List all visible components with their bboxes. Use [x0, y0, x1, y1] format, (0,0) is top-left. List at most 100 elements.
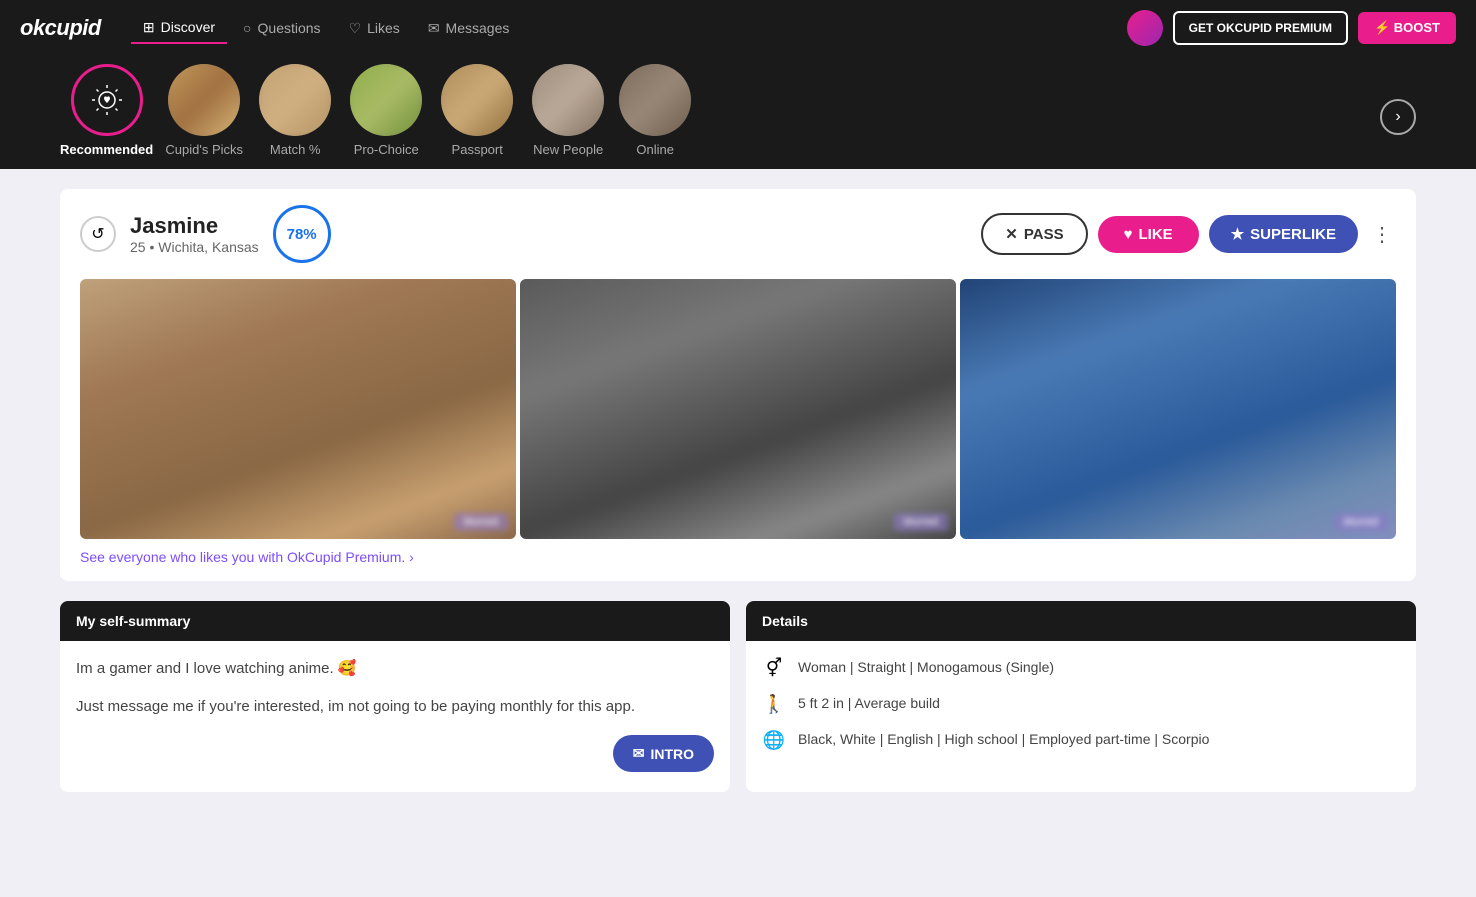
profile-location: 25 • Wichita, Kansas — [130, 239, 259, 255]
pass-button[interactable]: ✕ PASS — [981, 213, 1087, 255]
pass-label: PASS — [1024, 226, 1064, 243]
more-button[interactable]: ⋮ — [1368, 218, 1396, 251]
superlike-icon: ★ — [1231, 225, 1244, 243]
nav-item-questions[interactable]: ○ Questions — [231, 14, 333, 42]
boost-button[interactable]: ⚡ BOOST — [1358, 12, 1456, 44]
height-icon: 🚶 — [762, 694, 786, 715]
nav-items: ⊞ Discover ○ Questions ♡ Likes ✉ Message… — [131, 13, 1127, 44]
discover-icon: ⊞ — [143, 19, 155, 36]
refresh-icon: ↺ — [91, 224, 104, 244]
premium-link[interactable]: See everyone who likes you with OkCupid … — [60, 539, 1416, 581]
profile-actions: ✕ PASS ♥ LIKE ★ SUPERLIKE ⋮ — [981, 213, 1396, 255]
category-new-people[interactable]: New People — [523, 64, 613, 157]
photos-row: blurred blurred blurred — [60, 279, 1416, 539]
like-label: LIKE — [1139, 226, 1173, 243]
profile-header: ↺ Jasmine 25 • Wichita, Kansas 78% ✕ PAS… — [60, 189, 1416, 279]
photo-1-overlay: blurred — [454, 513, 508, 531]
about-sections-row: My self-summary Im a gamer and I love wa… — [60, 601, 1416, 792]
navbar: okcupid ⊞ Discover ○ Questions ♡ Likes ✉… — [0, 0, 1476, 56]
details-section: Details ⚥ Woman | Straight | Monogamous … — [746, 601, 1416, 792]
ellipsis-icon: ⋮ — [1372, 224, 1392, 246]
details-body: ⚥ Woman | Straight | Monogamous (Single)… — [746, 641, 1416, 781]
gender-icon: ⚥ — [762, 658, 786, 679]
detail-row-0: ⚥ Woman | Straight | Monogamous (Single) — [762, 657, 1400, 679]
category-recommended[interactable]: Recommended — [60, 64, 153, 157]
category-bar: Recommended Cupid's Picks Match % Pro-Ch… — [0, 56, 1476, 169]
nav-right: GET OKCUPID PREMIUM ⚡ BOOST — [1127, 10, 1456, 46]
category-online[interactable]: Online — [619, 64, 691, 157]
category-passport[interactable]: Passport — [437, 64, 517, 157]
pro-choice-label: Pro-Choice — [354, 142, 419, 157]
main-content: ↺ Jasmine 25 • Wichita, Kansas 78% ✕ PAS… — [0, 169, 1476, 812]
location-separator: • — [149, 239, 158, 255]
superlike-button[interactable]: ★ SUPERLIKE — [1209, 215, 1358, 253]
match-label: Match % — [270, 142, 321, 157]
sun-heart-icon — [91, 84, 123, 116]
match-percent: 78% — [287, 226, 317, 243]
summary-header: My self-summary — [60, 601, 730, 641]
nav-item-likes[interactable]: ♡ Likes — [337, 14, 412, 43]
passport-label: Passport — [452, 142, 503, 157]
summary-body: Im a gamer and I love watching anime. 🥰 … — [60, 641, 730, 792]
intro-label: INTRO — [650, 746, 694, 762]
nav-avatar[interactable] — [1127, 10, 1163, 46]
nav-questions-label: Questions — [258, 20, 321, 36]
profile-name: Jasmine — [130, 213, 259, 239]
nav-likes-label: Likes — [367, 20, 400, 36]
refresh-button[interactable]: ↺ — [80, 216, 116, 252]
detail-text-0: Woman | Straight | Monogamous (Single) — [798, 657, 1054, 678]
details-header-text: Details — [762, 613, 808, 629]
photo-2[interactable]: blurred — [520, 279, 956, 539]
nav-discover-label: Discover — [161, 19, 215, 35]
detail-row-1: 🚶 5 ft 2 in | Average build — [762, 693, 1400, 715]
summary-header-text: My self-summary — [76, 613, 190, 629]
nav-item-messages[interactable]: ✉ Messages — [416, 14, 522, 43]
profile-info: Jasmine 25 • Wichita, Kansas — [130, 213, 259, 255]
chevron-right-icon: › — [1395, 108, 1400, 126]
category-pro-choice[interactable]: Pro-Choice — [341, 64, 431, 157]
messages-icon: ✉ — [428, 20, 440, 37]
globe-icon: 🌐 — [762, 730, 786, 751]
category-match[interactable]: Match % — [255, 64, 335, 157]
summary-section: My self-summary Im a gamer and I love wa… — [60, 601, 730, 792]
details-header: Details — [746, 601, 1416, 641]
category-cupids-picks[interactable]: Cupid's Picks — [159, 64, 249, 157]
match-img — [259, 64, 331, 136]
heart-icon: ♥ — [1124, 226, 1133, 243]
cupids-picks-label: Cupid's Picks — [165, 142, 243, 157]
photo-2-overlay: blurred — [894, 513, 948, 531]
nav-messages-label: Messages — [446, 20, 510, 36]
nav-item-discover[interactable]: ⊞ Discover — [131, 13, 227, 44]
photo-3-overlay: blurred — [1334, 513, 1388, 531]
pro-choice-img — [350, 64, 422, 136]
questions-icon: ○ — [243, 20, 251, 36]
online-img — [619, 64, 691, 136]
likes-icon: ♡ — [349, 20, 362, 37]
recommended-icon-circle — [71, 64, 143, 136]
x-icon: ✕ — [1005, 225, 1018, 243]
profile-location-text: Wichita, Kansas — [158, 239, 258, 255]
online-label: Online — [636, 142, 674, 157]
intro-button[interactable]: ✉ INTRO — [613, 735, 714, 772]
category-next-button[interactable]: › — [1380, 99, 1416, 135]
summary-text-1: Im a gamer and I love watching anime. 🥰 — [76, 657, 714, 681]
logo: okcupid — [20, 15, 101, 41]
photo-3[interactable]: blurred — [960, 279, 1396, 539]
profile-age: 25 — [130, 239, 146, 255]
new-people-img — [532, 64, 604, 136]
premium-button[interactable]: GET OKCUPID PREMIUM — [1173, 11, 1348, 45]
summary-text-2: Just message me if you're interested, im… — [76, 695, 714, 719]
passport-img — [441, 64, 513, 136]
detail-text-1: 5 ft 2 in | Average build — [798, 693, 940, 714]
new-people-label: New People — [533, 142, 603, 157]
intro-chat-icon: ✉ — [633, 745, 645, 762]
like-button[interactable]: ♥ LIKE — [1098, 216, 1199, 253]
detail-text-2: Black, White | English | High school | E… — [798, 729, 1209, 750]
photo-1[interactable]: blurred — [80, 279, 516, 539]
superlike-label: SUPERLIKE — [1250, 226, 1336, 243]
profile-card: ↺ Jasmine 25 • Wichita, Kansas 78% ✕ PAS… — [60, 189, 1416, 581]
detail-row-2: 🌐 Black, White | English | High school |… — [762, 729, 1400, 751]
premium-link-text: See everyone who likes you with OkCupid … — [80, 549, 414, 565]
recommended-label: Recommended — [60, 142, 153, 157]
match-circle: 78% — [273, 205, 331, 263]
